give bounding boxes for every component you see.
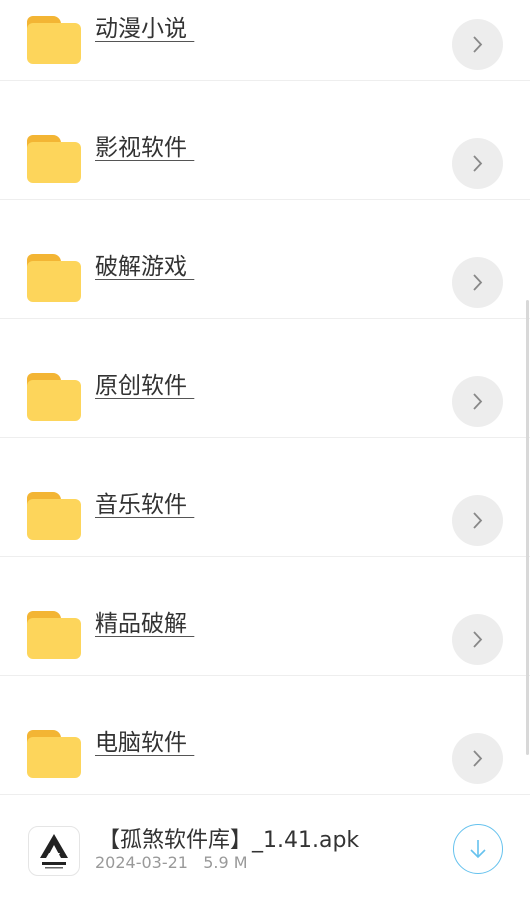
chevron-right-icon (473, 36, 483, 53)
folder-label: 电脑软件 (95, 730, 195, 756)
folder-label: 原创软件 (95, 373, 195, 399)
folder-row[interactable]: 原创软件 (0, 320, 530, 438)
folder-icon (27, 492, 81, 540)
folder-label: 音乐软件 (95, 492, 195, 518)
open-folder-button[interactable] (452, 614, 503, 665)
folder-row[interactable]: 动漫小说 (0, 0, 530, 81)
file-size: 5.9 M (203, 853, 248, 872)
open-folder-button[interactable] (452, 257, 503, 308)
folder-icon (27, 611, 81, 659)
folder-label: 精品破解 (95, 611, 195, 637)
file-list: 动漫小说 影视软件 破解游戏 原创软件 音乐软件 精品破解 电脑软件 【孤煞软件… (0, 0, 530, 915)
folder-row[interactable]: 精品破解 (0, 558, 530, 676)
chevron-right-icon (473, 274, 483, 291)
open-folder-button[interactable] (452, 495, 503, 546)
folder-icon (27, 16, 81, 64)
file-name: 【孤煞软件库】_1.41.apk (98, 828, 360, 853)
chevron-right-icon (473, 750, 483, 767)
download-icon (470, 840, 486, 859)
chevron-right-icon (473, 155, 483, 172)
open-folder-button[interactable] (452, 376, 503, 427)
chevron-right-icon (473, 393, 483, 410)
folder-icon (27, 373, 81, 421)
folder-label: 动漫小说 (95, 16, 195, 42)
folder-row[interactable]: 破解游戏 (0, 201, 530, 319)
file-meta: 2024-03-21 5.9 M (95, 853, 248, 872)
folder-row[interactable]: 音乐软件 (0, 439, 530, 557)
file-date: 2024-03-21 (95, 853, 188, 872)
folder-row[interactable]: 影视软件 (0, 82, 530, 200)
folder-row[interactable]: 电脑软件 (0, 677, 530, 795)
open-folder-button[interactable] (452, 733, 503, 784)
download-button[interactable] (453, 824, 503, 874)
app-logo-icon (28, 826, 80, 876)
folder-label: 影视软件 (95, 135, 195, 161)
chevron-right-icon (473, 512, 483, 529)
open-folder-button[interactable] (452, 19, 503, 70)
app-logo-mark (40, 834, 68, 869)
open-folder-button[interactable] (452, 138, 503, 189)
folder-icon (27, 730, 81, 778)
folder-icon (27, 254, 81, 302)
scrollbar[interactable] (526, 300, 529, 755)
folder-icon (27, 135, 81, 183)
chevron-right-icon (473, 631, 483, 648)
folder-label: 破解游戏 (95, 254, 195, 280)
